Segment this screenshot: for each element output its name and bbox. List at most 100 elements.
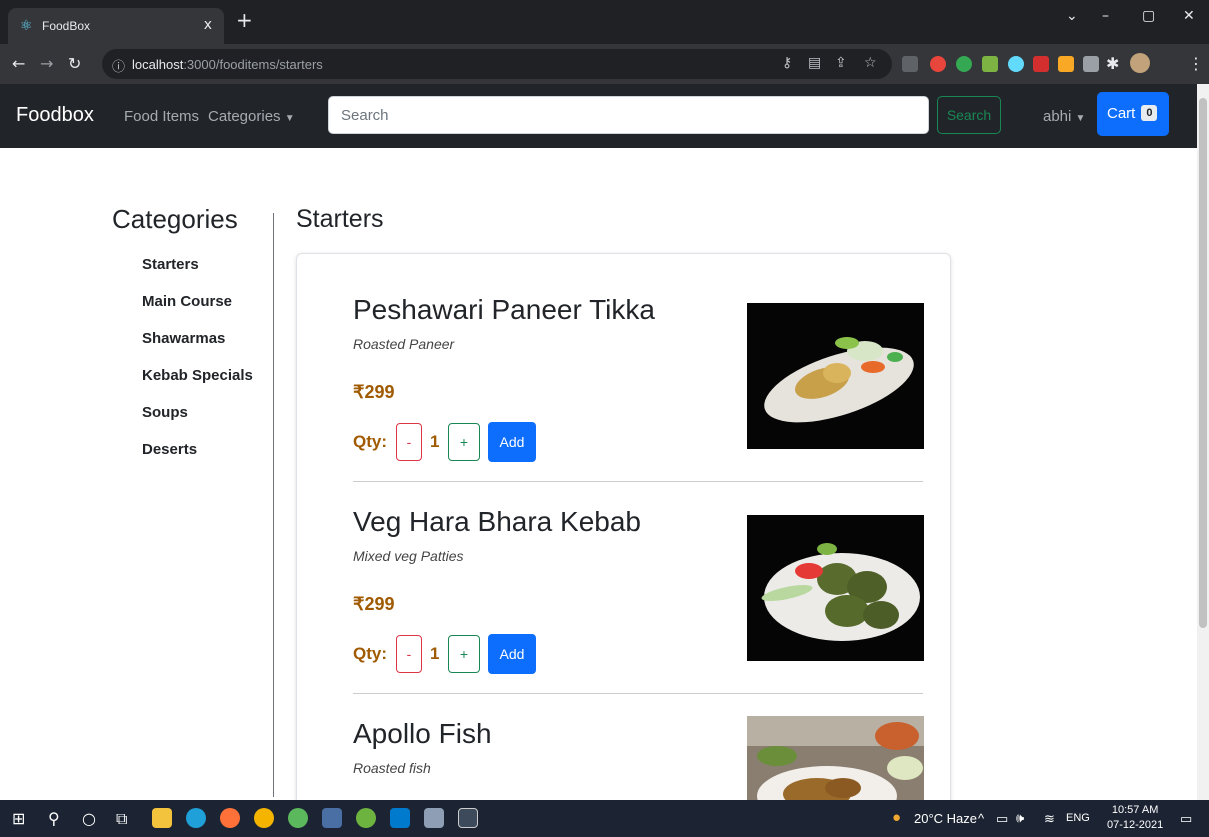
- cart-button[interactable]: Cart 0: [1097, 92, 1169, 136]
- react-devtools-icon[interactable]: [1008, 56, 1024, 72]
- qty-increase-button[interactable]: +: [448, 635, 480, 673]
- vscode-icon[interactable]: [390, 808, 410, 828]
- qty-value: 1: [430, 432, 440, 451]
- language-indicator[interactable]: ENG: [1066, 812, 1090, 824]
- key-icon[interactable]: ⚷: [782, 55, 792, 71]
- item-divider: [353, 481, 923, 482]
- react-favicon-icon: ⚛: [20, 18, 33, 34]
- food-item-description: Mixed veg Patties: [353, 548, 464, 564]
- app-icon[interactable]: [424, 808, 444, 828]
- app-navbar: Foodbox Food Items Categories ▼ Search a…: [0, 84, 1197, 148]
- category-main-course[interactable]: Main Course: [142, 293, 232, 310]
- notifications-icon[interactable]: ▭: [1180, 811, 1192, 827]
- extension-icon[interactable]: [1058, 56, 1074, 72]
- browser-toolbar: ← → ↻ ⓘ localhost:3000/fooditems/starter…: [0, 44, 1209, 84]
- system-clock[interactable]: 10:57 AM 07-12-2021: [1107, 803, 1163, 833]
- site-info-icon[interactable]: ⓘ: [112, 56, 125, 75]
- edge-icon[interactable]: [186, 808, 206, 828]
- nav-food-items[interactable]: Food Items: [124, 108, 199, 125]
- extension-icon[interactable]: [930, 56, 946, 72]
- browser-menu-icon[interactable]: ⋮: [1188, 54, 1204, 73]
- nav-categories-dropdown[interactable]: Categories ▼: [208, 108, 295, 125]
- search-input[interactable]: [328, 96, 929, 134]
- user-name: abhi: [1043, 108, 1072, 125]
- network-icon[interactable]: ▭: [996, 811, 1008, 827]
- volume-icon[interactable]: 🕪: [1016, 811, 1024, 826]
- app-icon[interactable]: [288, 808, 308, 828]
- category-soups[interactable]: Soups: [142, 404, 188, 421]
- caret-down-icon: ▼: [1075, 113, 1086, 124]
- weather-icon[interactable]: ●: [892, 809, 901, 826]
- profile-avatar[interactable]: [1130, 53, 1150, 73]
- file-explorer-icon[interactable]: [152, 808, 172, 828]
- weather-text[interactable]: 20°C Haze: [914, 811, 977, 826]
- food-item-name: Apollo Fish: [353, 718, 492, 749]
- maximize-icon[interactable]: ▢: [1142, 8, 1155, 24]
- spring-tool-icon[interactable]: [356, 808, 376, 828]
- food-item-name: Veg Hara Bhara Kebab: [353, 506, 641, 537]
- search-icon[interactable]: ⚲: [48, 809, 60, 828]
- add-to-cart-button[interactable]: Add: [488, 422, 536, 462]
- cart-extension-icon[interactable]: [902, 56, 918, 72]
- wifi-icon[interactable]: ≋: [1044, 811, 1055, 827]
- clock-date: 07-12-2021: [1107, 819, 1164, 831]
- task-view-icon[interactable]: ⧉: [116, 809, 127, 829]
- qty-label: Qty:: [353, 644, 387, 663]
- window-close-icon[interactable]: ✕: [1183, 8, 1195, 24]
- categories-heading: Categories: [112, 204, 238, 234]
- qty-decrease-button[interactable]: -: [396, 635, 422, 673]
- browser-tab-bar: ⚛ FoodBox x + ⌄ – ▢ ✕: [0, 0, 1209, 44]
- extension-icon[interactable]: [982, 56, 998, 72]
- category-deserts[interactable]: Deserts: [142, 441, 197, 458]
- sidebar-divider: [273, 213, 274, 797]
- extensions-puzzle-icon[interactable]: ✱: [1106, 54, 1119, 73]
- address-bar[interactable]: ⓘ localhost:3000/fooditems/starters ⚷ ▤ …: [102, 49, 892, 79]
- forward-icon[interactable]: →: [40, 54, 53, 73]
- app-icon[interactable]: [458, 808, 478, 828]
- reader-icon[interactable]: ▤: [808, 55, 821, 71]
- minimize-icon[interactable]: –: [1102, 8, 1109, 24]
- tab-title: FoodBox: [42, 19, 91, 33]
- new-tab-icon[interactable]: +: [236, 8, 253, 32]
- food-item-price: ₹299: [353, 382, 395, 402]
- url-host: localhost: [132, 57, 184, 72]
- qty-label: Qty:: [353, 432, 387, 451]
- cart-label: Cart: [1107, 105, 1136, 122]
- food-item-image: [747, 303, 924, 449]
- search-button[interactable]: Search: [937, 96, 1001, 134]
- grammarly-icon[interactable]: [956, 56, 972, 72]
- brand-logo[interactable]: Foodbox: [16, 104, 94, 127]
- windows-start-icon[interactable]: ⊞: [12, 809, 25, 828]
- reload-icon[interactable]: ↻: [68, 54, 81, 73]
- page-scrollbar[interactable]: [1197, 84, 1209, 800]
- cortana-icon[interactable]: ○: [82, 809, 96, 828]
- qty-decrease-button[interactable]: -: [396, 423, 422, 461]
- category-shawarmas[interactable]: Shawarmas: [142, 330, 225, 347]
- firefox-icon[interactable]: [220, 808, 240, 828]
- clock-time: 10:57 AM: [1111, 804, 1159, 816]
- share-icon[interactable]: ⇪: [835, 55, 847, 71]
- food-item-description: Roasted Paneer: [353, 336, 455, 352]
- extension-icon[interactable]: [1083, 56, 1099, 72]
- category-starters[interactable]: Starters: [142, 256, 199, 273]
- item-divider: [353, 693, 923, 694]
- qty-value: 1: [430, 644, 440, 663]
- food-items-card: Peshawari Paneer Tikka Roasted Paneer ₹2…: [296, 253, 951, 813]
- scrollbar-thumb[interactable]: [1199, 98, 1207, 628]
- extension-icon[interactable]: [1033, 56, 1049, 72]
- caret-down-icon: ▼: [284, 113, 295, 124]
- food-item-image: [747, 515, 924, 661]
- qty-increase-button[interactable]: +: [448, 423, 480, 461]
- chrome-icon[interactable]: [254, 808, 274, 828]
- eclipse-icon[interactable]: [322, 808, 342, 828]
- back-icon[interactable]: ←: [12, 54, 25, 73]
- tab-search-icon[interactable]: ⌄: [1066, 8, 1078, 24]
- apollo-fish-image: [747, 716, 924, 812]
- category-kebab-specials[interactable]: Kebab Specials: [142, 367, 253, 384]
- tab-close-icon[interactable]: x: [204, 17, 212, 33]
- browser-tab[interactable]: ⚛ FoodBox x: [8, 8, 224, 44]
- bookmark-star-icon[interactable]: ☆: [864, 55, 877, 71]
- user-dropdown[interactable]: abhi ▼: [1043, 108, 1085, 125]
- add-to-cart-button[interactable]: Add: [488, 634, 536, 674]
- tray-chevron-icon[interactable]: ^: [978, 811, 984, 826]
